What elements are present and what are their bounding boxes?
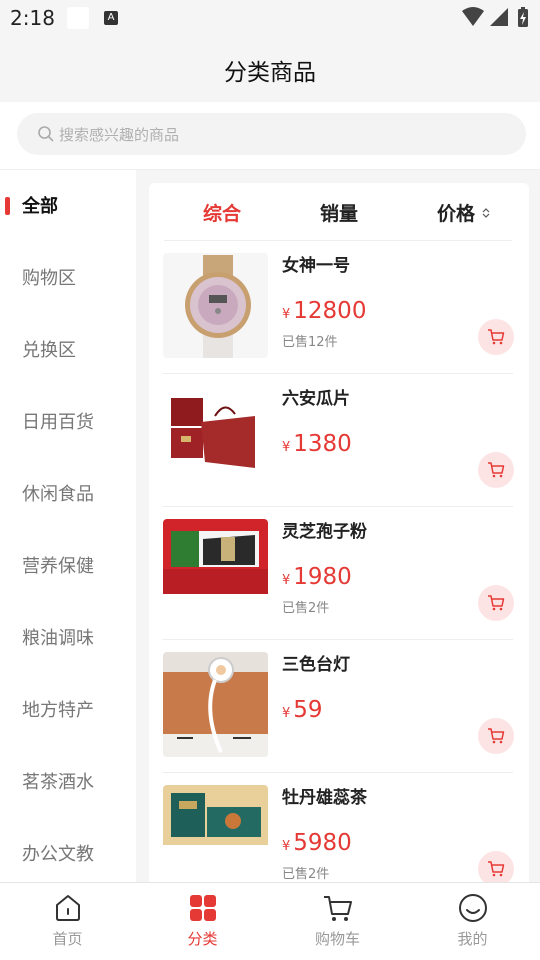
signal-icon bbox=[490, 8, 508, 26]
sort-tab-comprehensive[interactable]: 综合 bbox=[203, 199, 241, 226]
sidebar-item-label: 粮油调味 bbox=[22, 628, 94, 649]
sidebar-item-grain-oil[interactable]: 粮油调味 bbox=[0, 602, 136, 674]
product-image-lamp bbox=[163, 652, 268, 757]
status-bar: 2:18 A bbox=[0, 0, 540, 36]
sidebar-item-all[interactable]: 全部 bbox=[0, 170, 136, 242]
sidebar-item-label: 营养保健 bbox=[22, 556, 94, 577]
sidebar-item-label: 全部 bbox=[22, 196, 58, 217]
product-image-green-tea-box bbox=[163, 785, 268, 883]
tab-label: 购物车 bbox=[314, 930, 360, 948]
sidebar-item-label: 地方特产 bbox=[22, 700, 94, 721]
product-name: 女神一号 bbox=[282, 256, 350, 276]
tab-label: 我的 bbox=[457, 930, 488, 948]
cart-icon bbox=[324, 896, 352, 921]
sidebar-item-local-specialty[interactable]: 地方特产 bbox=[0, 674, 136, 746]
active-indicator bbox=[5, 197, 10, 215]
sort-arrows-icon[interactable] bbox=[481, 207, 491, 219]
cart-icon bbox=[488, 462, 505, 478]
sidebar-item-label: 休闲食品 bbox=[22, 484, 94, 505]
product-name: 三色台灯 bbox=[282, 655, 350, 675]
sort-tab-sales[interactable]: 销量 bbox=[320, 199, 358, 226]
product-image-red-box bbox=[163, 519, 268, 624]
tab-category[interactable]: 分类 bbox=[135, 883, 270, 960]
search-placeholder: 搜索感兴趣的商品 bbox=[59, 126, 180, 144]
sidebar-item-shopping[interactable]: 购物区 bbox=[0, 242, 136, 314]
cart-icon bbox=[488, 861, 505, 877]
product-price: ¥12800 bbox=[282, 298, 367, 324]
product-name: 灵芝孢子粉 bbox=[282, 522, 367, 542]
sidebar-item-exchange[interactable]: 兑换区 bbox=[0, 314, 136, 386]
sidebar-item-daily-goods[interactable]: 日用百货 bbox=[0, 386, 136, 458]
sidebar-item-label: 兑换区 bbox=[22, 340, 76, 361]
product-item[interactable]: 灵芝孢子粉 ¥1980 已售2件 bbox=[163, 507, 515, 640]
category-sidebar: 全部 购物区 兑换区 日用百货 休闲食品 营养保健 粮油调味 地方特产 茗茶酒水… bbox=[0, 170, 136, 882]
smiley-face-icon bbox=[459, 894, 487, 922]
product-sold-count: 已售2件 bbox=[282, 867, 330, 882]
product-price: ¥1380 bbox=[282, 431, 352, 457]
sort-tab-price[interactable]: 价格 bbox=[437, 199, 475, 226]
product-name: 六安瓜片 bbox=[282, 389, 350, 409]
product-price: ¥59 bbox=[282, 697, 323, 723]
battery-icon bbox=[518, 7, 528, 27]
tab-mine[interactable]: 我的 bbox=[405, 883, 540, 960]
add-to-cart-button[interactable] bbox=[478, 718, 514, 754]
wifi-icon bbox=[462, 7, 484, 26]
product-sold-count: 已售12件 bbox=[282, 335, 338, 350]
notification-icon bbox=[67, 7, 89, 29]
add-to-cart-button[interactable] bbox=[478, 452, 514, 488]
product-item[interactable]: 三色台灯 ¥59 bbox=[163, 640, 515, 773]
product-panel: 综合 销量 价格 女神一号 ¥12800 已售12件 六安瓜片 ¥ 1380 灵… bbox=[149, 183, 529, 883]
status-time: 2:18 bbox=[10, 6, 55, 30]
page-header: 分类商品 bbox=[0, 36, 540, 102]
sidebar-item-label: 办公文教 bbox=[22, 844, 94, 865]
cart-icon bbox=[488, 329, 505, 345]
product-item[interactable]: 六安瓜片 ¥1380 bbox=[163, 374, 515, 507]
sidebar-item-label: 日用百货 bbox=[22, 412, 94, 433]
search-icon bbox=[38, 126, 54, 142]
sidebar-item-tea-wine[interactable]: 茗茶酒水 bbox=[0, 746, 136, 818]
app-notification-icon: A bbox=[104, 11, 118, 25]
sidebar-item-office[interactable]: 办公文教 bbox=[0, 818, 136, 882]
product-image-tea-gift-box bbox=[163, 386, 268, 491]
cart-icon bbox=[488, 728, 505, 744]
add-to-cart-button[interactable] bbox=[478, 585, 514, 621]
page-title: 分类商品 bbox=[224, 60, 316, 86]
search-bar: 搜索感兴趣的商品 bbox=[0, 102, 540, 170]
add-to-cart-button[interactable] bbox=[478, 851, 514, 883]
tab-home[interactable]: 首页 bbox=[0, 883, 135, 960]
sidebar-item-label: 茗茶酒水 bbox=[22, 772, 94, 793]
tab-label: 首页 bbox=[52, 930, 83, 948]
search-input[interactable]: 搜索感兴趣的商品 bbox=[17, 113, 526, 155]
category-grid-icon bbox=[190, 895, 216, 921]
tab-label: 分类 bbox=[187, 930, 218, 948]
product-price: ¥1980 bbox=[282, 564, 352, 590]
cart-icon bbox=[488, 595, 505, 611]
sidebar-item-snacks[interactable]: 休闲食品 bbox=[0, 458, 136, 530]
product-item[interactable]: 牡丹雄蕊茶 ¥5980 已售2件 bbox=[163, 773, 515, 883]
product-item[interactable]: 女神一号 ¥12800 已售12件 bbox=[163, 241, 515, 374]
product-image-watch bbox=[163, 253, 268, 358]
product-name: 牡丹雄蕊茶 bbox=[282, 788, 367, 808]
home-icon bbox=[56, 895, 80, 921]
add-to-cart-button[interactable] bbox=[478, 319, 514, 355]
sidebar-item-health[interactable]: 营养保健 bbox=[0, 530, 136, 602]
bottom-tab-bar: 首页 分类 购物车 我的 bbox=[0, 882, 540, 960]
product-sold-count: 已售2件 bbox=[282, 601, 330, 616]
sidebar-item-label: 购物区 bbox=[22, 268, 76, 289]
product-price: ¥5980 bbox=[282, 830, 352, 856]
tab-cart[interactable]: 购物车 bbox=[270, 883, 405, 960]
system-status-icons bbox=[462, 7, 528, 27]
